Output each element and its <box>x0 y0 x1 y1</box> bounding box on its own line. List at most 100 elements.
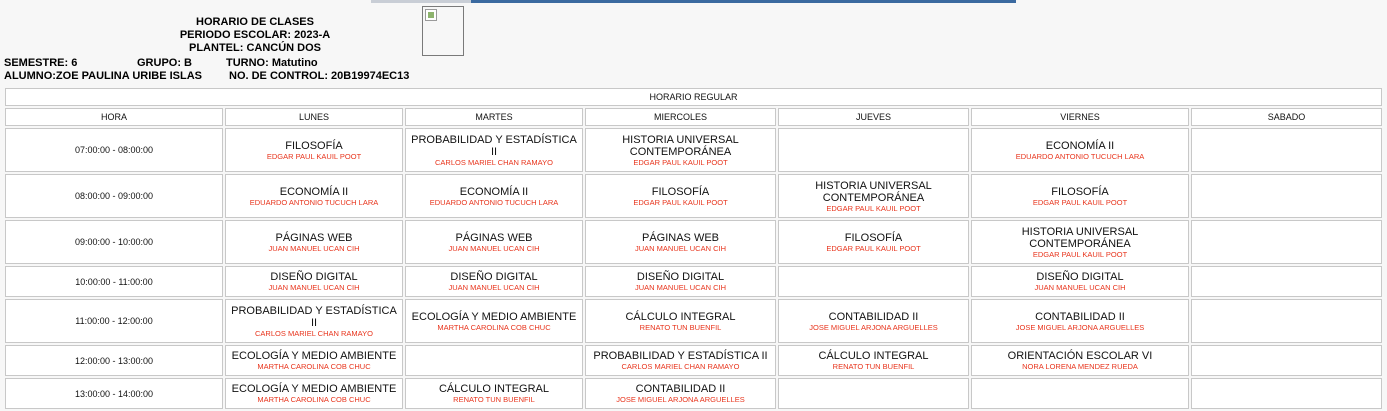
subject-name: ECONOMÍA II <box>459 185 529 198</box>
table-row: 09:00:00 - 10:00:00 PÁGINAS WEB JUAN MANUE… <box>5 220 1382 264</box>
class-cell <box>1191 299 1382 343</box>
subject-name: ECONOMÍA II <box>1045 139 1115 152</box>
teacher-name: EDGAR PAUL KAUIL POOT <box>826 203 921 213</box>
subject-name: ORIENTACIÓN ESCOLAR VI <box>1007 350 1153 362</box>
teacher-name: CARLOS MARIEL CHAN RAMAYO <box>255 328 373 338</box>
table-row: 12:00:00 - 13:00:00 ECOLOGÍA Y MEDIO AMBI… <box>5 345 1382 376</box>
class-cell: PÁGINAS WEB JUAN MANUEL UCAN CIH <box>405 220 583 264</box>
subject-name: DISEÑO DIGITAL <box>270 271 358 283</box>
subject-name: CONTABILIDAD II <box>1035 310 1125 323</box>
teacher-name: JOSE MIGUEL ARJONA ARGUELLES <box>1015 322 1145 332</box>
class-cell: CÁLCULO INTEGRAL RENATO TUN BUENFIL <box>405 378 583 409</box>
class-cell: ECOLOGÍA Y MEDIO AMBIENTE MARTHA CAROLINA… <box>225 345 403 376</box>
plantel: PLANTEL: CANCÚN DOS <box>189 42 321 54</box>
column-header-sabado: SABADO <box>1191 108 1382 126</box>
teacher-name: EDUARDO ANTONIO TUCUCH LARA <box>1015 151 1145 161</box>
class-cell: DISEÑO DIGITAL JUAN MANUEL UCAN CIH <box>585 266 776 297</box>
subject-name: CONTABILIDAD II <box>635 383 726 395</box>
class-cell: FILOSOFÍA EDGAR PAUL KAUIL POOT <box>585 174 776 218</box>
class-cell: ECOLOGÍA Y MEDIO AMBIENTE MARTHA CAROLINA… <box>225 378 403 409</box>
class-cell: CÁLCULO INTEGRAL RENATO TUN BUENFIL <box>778 345 969 376</box>
class-cell: HISTORIA UNIVERSAL CONTEMPORÁNEA EDGAR PA… <box>778 174 969 218</box>
subject-name: HISTORIA UNIVERSAL CONTEMPORÁNEA <box>1021 225 1139 250</box>
class-cell: FILOSOFÍA EDGAR PAUL KAUIL POOT <box>225 128 403 172</box>
subject-name: DISEÑO DIGITAL <box>450 271 538 283</box>
subject-name: FILOSOFÍA <box>1051 185 1109 198</box>
teacher-name: EDGAR PAUL KAUIL POOT <box>266 151 362 161</box>
class-cell: PROBABILIDAD Y ESTADÍSTICA II CARLOS MARI… <box>405 128 583 172</box>
column-header-lunes: LUNES <box>225 108 403 126</box>
subject-name: CÁLCULO INTEGRAL <box>438 383 550 395</box>
teacher-name: MARTHA CAROLINA COB CHUC <box>257 362 371 371</box>
class-cell: FILOSOFÍA EDGAR PAUL KAUIL POOT <box>971 174 1189 218</box>
class-cell: ECONOMÍA II EDUARDO ANTONIO TUCUCH LARA <box>225 174 403 218</box>
hour-cell: 12:00:00 - 13:00:00 <box>5 345 223 376</box>
class-cell <box>971 378 1189 409</box>
column-header-miercoles: MIERCOLES <box>585 108 776 126</box>
subject-name: FILOSOFÍA <box>285 139 343 152</box>
class-cell: HISTORIA UNIVERSAL CONTEMPORÁNEA EDGAR PA… <box>971 220 1189 264</box>
hour-cell: 07:00:00 - 08:00:00 <box>5 128 223 172</box>
subject-name: PÁGINAS WEB <box>641 231 720 244</box>
class-cell: DISEÑO DIGITAL JUAN MANUEL UCAN CIH <box>225 266 403 297</box>
subject-name: CONTABILIDAD II <box>828 310 919 323</box>
subject-name: HISTORIA UNIVERSAL CONTEMPORÁNEA <box>622 133 739 158</box>
class-cell: PROBABILIDAD Y ESTADÍSTICA II CARLOS MARI… <box>225 299 403 343</box>
teacher-name: EDGAR PAUL KAUIL POOT <box>826 243 921 253</box>
teacher-name: JUAN MANUEL UCAN CIH <box>268 243 360 253</box>
subject-name: PROBABILIDAD Y ESTADÍSTICA II <box>411 133 577 158</box>
teacher-name: CARLOS MARIEL CHAN RAMAYO <box>621 362 740 371</box>
teacher-name: JUAN MANUEL UCAN CIH <box>448 283 540 292</box>
class-cell: PROBABILIDAD Y ESTADÍSTICA II CARLOS MARI… <box>585 345 776 376</box>
hour-cell: 13:00:00 - 14:00:00 <box>5 378 223 409</box>
class-cell: HISTORIA UNIVERSAL CONTEMPORÁNEA EDGAR PA… <box>585 128 776 172</box>
subject-name: HISTORIA UNIVERSAL CONTEMPORÁNEA <box>815 179 932 204</box>
semestre: SEMESTRE: 6 <box>4 57 78 69</box>
grupo: GRUPO: B <box>137 57 192 69</box>
class-cell <box>778 378 969 409</box>
class-cell <box>1191 174 1382 218</box>
class-cell: CONTABILIDAD II JOSE MIGUEL ARJONA ARGUEL… <box>585 378 776 409</box>
teacher-name: NORA LORENA MENDEZ RUEDA <box>1022 362 1138 371</box>
schedule-table: HORARIO REGULAR HORA LUNES MARTES MIERCOLES… <box>3 86 1384 411</box>
class-cell: DISEÑO DIGITAL JUAN MANUEL UCAN CIH <box>405 266 583 297</box>
subject-name: PÁGINAS WEB <box>275 231 353 244</box>
subject-name: CÁLCULO INTEGRAL <box>818 350 929 362</box>
broken-image-icon <box>425 9 437 21</box>
subject-name: ECONOMÍA II <box>279 185 349 198</box>
subject-name: ECOLOGÍA Y MEDIO AMBIENTE <box>231 350 397 362</box>
subject-name: ECOLOGÍA Y MEDIO AMBIENTE <box>231 383 397 395</box>
hour-cell: 09:00:00 - 10:00:00 <box>5 220 223 264</box>
class-cell <box>1191 128 1382 172</box>
column-header-row: HORA LUNES MARTES MIERCOLES JUEVES VIERNES SAB… <box>5 108 1382 126</box>
class-cell <box>1191 220 1382 264</box>
subject-name: DISEÑO DIGITAL <box>636 271 725 283</box>
class-cell: ECONOMÍA II EDUARDO ANTONIO TUCUCH LARA <box>405 174 583 218</box>
hour-cell: 11:00:00 - 12:00:00 <box>5 299 223 343</box>
teacher-name: EDUARDO ANTONIO TUCUCH LARA <box>429 197 559 207</box>
subject-name: FILOSOFÍA <box>844 231 903 244</box>
teacher-name: CARLOS MARIEL CHAN RAMAYO <box>435 157 553 167</box>
teacher-name: EDUARDO ANTONIO TUCUCH LARA <box>249 197 379 207</box>
teacher-name: JUAN MANUEL UCAN CIH <box>448 243 540 253</box>
teacher-name: EDGAR PAUL KAUIL POOT <box>1032 249 1128 259</box>
class-cell <box>778 266 969 297</box>
hour-cell: 10:00:00 - 11:00:00 <box>5 266 223 297</box>
subject-name: PÁGINAS WEB <box>455 231 533 244</box>
class-cell: CONTABILIDAD II JOSE MIGUEL ARJONA ARGUEL… <box>778 299 969 343</box>
class-cell <box>778 128 969 172</box>
top-banner-strip <box>371 0 1016 3</box>
school-logo-image <box>422 6 464 56</box>
class-cell: CONTABILIDAD II JOSE MIGUEL ARJONA ARGUEL… <box>971 299 1189 343</box>
teacher-name: JUAN MANUEL UCAN CIH <box>635 243 726 253</box>
class-cell: ECOLOGÍA Y MEDIO AMBIENTE MARTHA CAROLINA… <box>405 299 583 343</box>
subject-name: CÁLCULO INTEGRAL <box>625 310 736 323</box>
class-cell <box>1191 266 1382 297</box>
teacher-name: EDGAR PAUL KAUIL POOT <box>1032 197 1128 207</box>
teacher-name: EDGAR PAUL KAUIL POOT <box>633 157 728 167</box>
subject-name: FILOSOFÍA <box>651 185 710 198</box>
table-row: 07:00:00 - 08:00:00 FILOSOFÍA EDGAR PAUL K… <box>5 128 1382 172</box>
column-header-jueves: JUEVES <box>778 108 969 126</box>
teacher-name: RENATO TUN BUENFIL <box>639 322 722 332</box>
column-header-hora: HORA <box>5 108 223 126</box>
